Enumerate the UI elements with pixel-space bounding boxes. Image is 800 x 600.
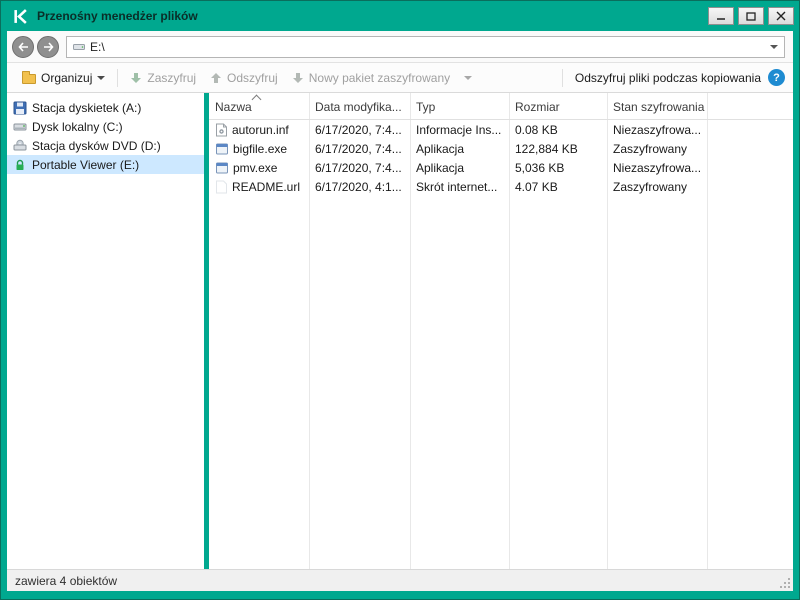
minimize-button[interactable] [708,7,734,25]
forward-button[interactable] [37,36,59,58]
sidebar-item-drive-e[interactable]: Portable Viewer (E:) [7,155,204,174]
setup-file-icon [215,123,228,137]
organize-label: Organizuj [41,71,92,85]
sidebar-item-label: Stacja dysków DVD (D:) [32,139,161,153]
file-name: pmv.exe [233,161,277,175]
decrypt-label: Odszyfruj [227,71,278,85]
new-package-dropdown-button[interactable] [457,73,479,83]
minimize-icon [716,12,726,21]
arrow-down-icon [130,72,142,84]
list-header: Nazwa Data modyfika... Typ Rozmiar Stan … [209,93,793,120]
column-header-encryption[interactable]: Stan szyfrowania [607,100,707,119]
file-name: autorun.inf [232,123,289,137]
app-body: E:\ Organizuj Zaszyfruj Odszyfruj N [7,31,793,591]
sidebar-item-label: Portable Viewer (E:) [32,158,139,172]
toolbar-separator [117,69,118,87]
arrow-left-icon [18,42,29,52]
file-name: README.url [232,180,300,194]
new-encrypted-package-button[interactable]: Nowy pakiet zaszyfrowany [285,68,457,88]
file-modified: 6/17/2020, 7:4... [309,142,410,156]
maximize-icon [746,12,756,21]
address-dropdown-icon[interactable] [770,45,778,49]
floppy-icon [13,101,27,115]
file-rows: autorun.inf 6/17/2020, 7:4... Informacje… [209,120,793,196]
drive-tree-pane: Stacja dyskietek (A:) Dysk lokalny (C:) … [7,93,204,569]
column-header-name[interactable]: Nazwa [209,100,309,119]
toolbar-separator [562,69,563,87]
sidebar-item-drive-a[interactable]: Stacja dyskietek (A:) [7,98,204,117]
file-name: bigfile.exe [233,142,287,156]
address-text: E:\ [90,40,765,54]
sidebar-item-label: Stacja dyskietek (A:) [32,101,141,115]
arrow-right-icon [43,42,54,52]
main-content: Stacja dyskietek (A:) Dysk lokalny (C:) … [7,93,793,569]
table-row[interactable]: bigfile.exe 6/17/2020, 7:4... Aplikacja … [209,139,793,158]
arrow-up-icon [210,72,222,84]
status-bar: zawiera 4 obiektów [7,569,793,591]
application-icon [215,161,229,175]
new-package-label: Nowy pakiet zaszyfrowany [309,71,450,85]
address-bar[interactable]: E:\ [66,36,785,58]
file-modified: 6/17/2020, 7:4... [309,161,410,175]
file-encryption-status: Niezaszyfrowa... [607,123,707,137]
file-size: 4.07 KB [509,180,607,194]
resize-grip[interactable] [778,576,791,589]
drive-icon [73,41,85,53]
file-size: 0.08 KB [509,123,607,137]
file-encryption-status: Zaszyfrowany [607,180,707,194]
file-type: Skrót internet... [410,180,509,194]
question-mark-icon: ? [773,72,780,84]
sidebar-item-drive-d[interactable]: Stacja dysków DVD (D:) [7,136,204,155]
application-icon [215,142,229,156]
file-type: Aplikacja [410,142,509,156]
encrypt-label: Zaszyfruj [147,71,196,85]
file-type: Informacje Ins... [410,123,509,137]
close-icon [776,11,786,21]
close-button[interactable] [768,7,794,25]
file-modified: 6/17/2020, 7:4... [309,123,410,137]
table-row[interactable]: pmv.exe 6/17/2020, 7:4... Aplikacja 5,03… [209,158,793,177]
file-encryption-status: Zaszyfrowany [607,142,707,156]
toolbar-right-group: Odszyfruj pliki podczas kopiowania ? [557,69,785,87]
file-modified: 6/17/2020, 4:1... [309,180,410,194]
lock-icon [13,158,27,172]
organize-button[interactable]: Organizuj [15,68,112,88]
hard-disk-icon [13,120,27,134]
column-header-type[interactable]: Typ [410,100,509,119]
file-type: Aplikacja [410,161,509,175]
file-encryption-status: Niezaszyfrowa... [607,161,707,175]
sidebar-item-drive-c[interactable]: Dysk lokalny (C:) [7,117,204,136]
file-size: 5,036 KB [509,161,607,175]
table-row[interactable]: autorun.inf 6/17/2020, 7:4... Informacje… [209,120,793,139]
object-count-text: zawiera 4 obiektów [15,574,117,588]
window-title: Przenośny menedżer plików [37,9,704,23]
dvd-drive-icon [13,139,27,153]
column-header-modified[interactable]: Data modyfika... [309,100,410,119]
maximize-button[interactable] [738,7,764,25]
url-file-icon [215,180,228,194]
help-button[interactable]: ? [768,69,785,86]
kaspersky-logo-icon [13,9,28,24]
decrypt-on-copy-label: Odszyfruj pliki podczas kopiowania [575,71,761,85]
table-row[interactable]: README.url 6/17/2020, 4:1... Skrót inter… [209,177,793,196]
file-size: 122,884 KB [509,142,607,156]
arrow-down-icon [292,72,304,84]
folder-icon [22,74,36,84]
decrypt-button[interactable]: Odszyfruj [203,68,285,88]
chevron-down-icon [464,76,472,80]
chevron-down-icon [97,76,105,80]
file-list-pane: Nazwa Data modyfika... Typ Rozmiar Stan … [209,93,793,569]
app-window: Przenośny menedżer plików E:\ [0,0,800,600]
column-header-size[interactable]: Rozmiar [509,100,607,119]
title-bar[interactable]: Przenośny menedżer plików [1,1,799,31]
encrypt-button[interactable]: Zaszyfruj [123,68,203,88]
toolbar: Organizuj Zaszyfruj Odszyfruj Nowy pakie… [7,63,793,93]
column-header-spacer [707,114,793,119]
sidebar-item-label: Dysk lokalny (C:) [32,120,123,134]
back-button[interactable] [12,36,34,58]
navigation-bar: E:\ [7,31,793,63]
